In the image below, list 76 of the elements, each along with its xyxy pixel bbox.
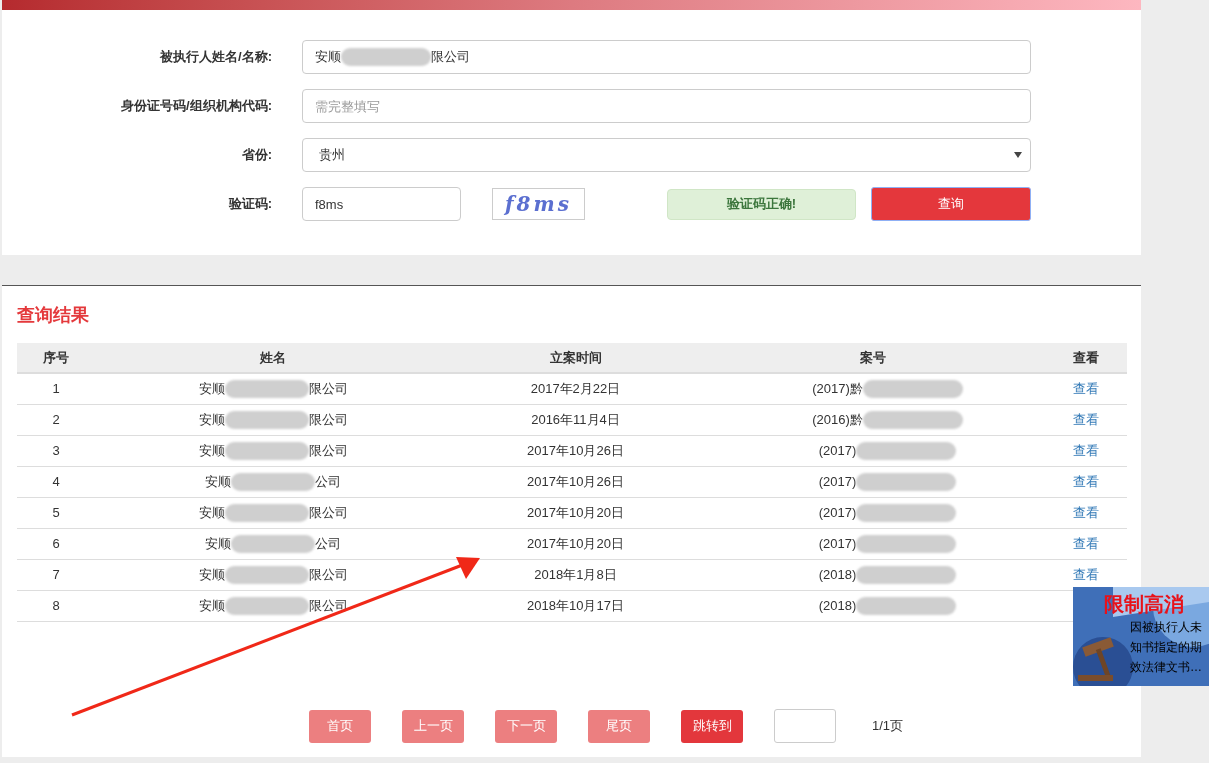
column-header: 查看 — [1072, 348, 1100, 367]
view-link[interactable]: 查看 — [1073, 565, 1099, 585]
table-cell-text: 2018年1月8日 — [534, 566, 617, 585]
field-label: 验证码: — [227, 195, 272, 214]
view-link[interactable]: 查看 — [1073, 472, 1099, 492]
table-cell-text: 2016年11月4日 — [531, 411, 620, 430]
table-cell-text: 1 — [52, 380, 60, 399]
table-cell-text: (2017) — [818, 535, 857, 554]
table-cell-text: 2017年10月26日 — [527, 442, 624, 461]
table-cell-text: (2016)黔 — [812, 411, 863, 430]
table-cell-text: 限公司 — [308, 380, 348, 399]
table-cell-text: 安顺 — [198, 411, 225, 430]
view-link[interactable]: 查看 — [1073, 410, 1099, 430]
captcha-input[interactable]: f8ms — [302, 187, 461, 221]
table-cell-text: 安顺 — [198, 380, 225, 399]
view-link[interactable]: 查看 — [1073, 503, 1099, 523]
field-label: 身份证号码/组织机构代码: — [120, 97, 272, 116]
ad-text: 效法律文书… — [1129, 659, 1202, 676]
province-select[interactable]: 贵州 — [302, 138, 1031, 172]
field-label: 省份: — [240, 146, 272, 165]
table-cell-text: (2017)黔 — [812, 380, 863, 399]
table-cell-text: (2018) — [818, 597, 857, 616]
table-cell-text: 8 — [52, 597, 60, 616]
column-header: 姓名 — [259, 348, 287, 367]
page-button[interactable]: 下一页 — [495, 709, 557, 743]
table-cell-text: 限公司 — [308, 504, 348, 523]
table-cell-text: 4 — [52, 473, 60, 492]
captcha-image: f8ms — [492, 188, 585, 220]
dropdown-caret-icon — [1014, 152, 1022, 158]
table-cell-text: 安顺 — [205, 473, 231, 492]
section-title: 查询结果 — [17, 304, 90, 327]
table-cell-text: 限公司 — [308, 411, 348, 430]
table-cell-text: 2018年10月17日 — [527, 597, 624, 616]
table-cell-text: (2017) — [818, 442, 857, 461]
ad-title: 限制高消 — [1103, 592, 1185, 617]
table-cell-text: (2017) — [818, 473, 857, 492]
page-button[interactable]: 尾页 — [588, 709, 650, 743]
table-cell-text: 2017年2月22日 — [530, 380, 621, 399]
table-cell-text: 2 — [52, 411, 60, 430]
column-header: 序号 — [42, 348, 70, 367]
view-link[interactable]: 查看 — [1073, 379, 1099, 399]
text-input[interactable]: 需完整填写 — [302, 89, 1031, 123]
table-cell-text: (2017) — [818, 504, 857, 523]
table-cell-text: 2017年10月26日 — [527, 473, 624, 492]
table-cell-text: (2018) — [818, 566, 857, 585]
query-button[interactable]: 查询 — [871, 187, 1031, 221]
field-label: 被执行人姓名/名称: — [158, 48, 272, 67]
column-header: 立案时间 — [548, 348, 603, 367]
table-cell-text: 7 — [52, 566, 60, 585]
ad-banner[interactable]: 限制高消 因被执行人未 知书指定的期 效法律文书… — [1073, 587, 1209, 686]
table-cell-text: 安顺 — [205, 535, 231, 554]
page-button[interactable]: 上一页 — [402, 709, 464, 743]
table-cell-text: 2017年10月20日 — [527, 535, 624, 554]
table-cell-text: 2017年10月20日 — [527, 504, 624, 523]
table-cell-text: 公司 — [315, 535, 341, 554]
column-header: 案号 — [858, 348, 887, 367]
page-button[interactable]: 跳转到 — [681, 709, 743, 743]
text-input[interactable]: 安顺 限公司 — [302, 40, 1031, 74]
view-link[interactable]: 查看 — [1073, 534, 1099, 554]
success-message: 验证码正确! — [667, 188, 856, 220]
ad-text: 知书指定的期 — [1129, 639, 1202, 656]
page-input[interactable] — [774, 709, 836, 743]
table-cell-text: 5 — [52, 504, 60, 523]
table-cell-text: 安顺 — [198, 442, 225, 461]
page-button[interactable]: 首页 — [309, 709, 371, 743]
table-cell-text: 安顺 — [198, 566, 225, 585]
table-cell-text: 限公司 — [308, 442, 348, 461]
ad-text: 因被执行人未 — [1129, 619, 1202, 636]
view-link[interactable]: 查看 — [1073, 441, 1099, 461]
table-cell-text: 安顺 — [198, 504, 225, 523]
table-cell-text: 3 — [52, 442, 60, 461]
table-cell-text: 安顺 — [198, 597, 225, 616]
table-cell-text: 限公司 — [308, 566, 348, 585]
table-cell-text: 6 — [52, 535, 60, 554]
table-cell-text: 公司 — [315, 473, 341, 492]
page-info: 1/1页 — [872, 717, 904, 736]
